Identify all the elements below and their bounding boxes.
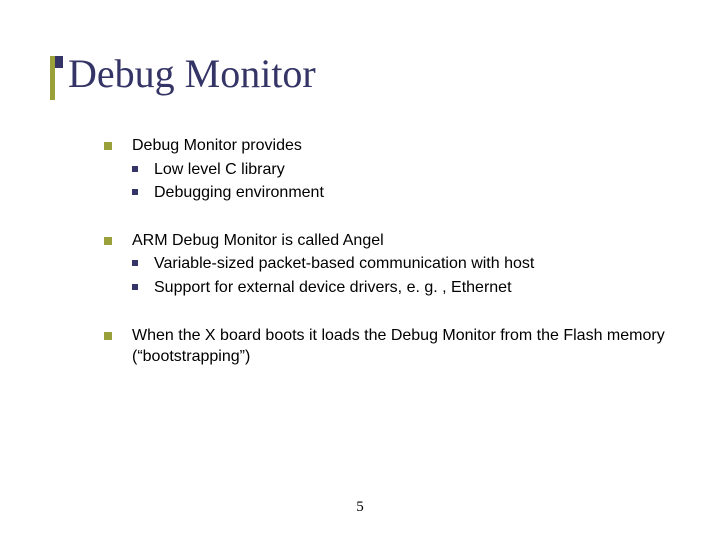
bullet-level2: Low level C library Debugging environmen… xyxy=(132,159,680,204)
list-item: When the X board boots it loads the Debu… xyxy=(104,325,680,368)
square-bullet-icon xyxy=(132,284,138,290)
bullet-level1: Debug Monitor provides Low level C libra… xyxy=(104,135,680,204)
square-bullet-icon xyxy=(132,189,138,195)
list-item: Variable-sized packet-based communicatio… xyxy=(132,253,680,275)
slide-content: Debug Monitor provides Low level C libra… xyxy=(104,135,680,368)
slide-title: Debug Monitor xyxy=(68,50,680,97)
bullet-level2: Variable-sized packet-based communicatio… xyxy=(132,253,680,298)
bullet-text: Debugging environment xyxy=(154,182,324,204)
slide: Debug Monitor Debug Monitor provides Low… xyxy=(0,0,720,540)
page-number: 5 xyxy=(0,499,720,516)
square-bullet-icon xyxy=(104,142,112,150)
bullet-level1: ARM Debug Monitor is called Angel Variab… xyxy=(104,230,680,299)
bullet-text: ARM Debug Monitor is called Angel xyxy=(132,230,680,252)
square-bullet-icon xyxy=(132,166,138,172)
list-item: Low level C library xyxy=(132,159,680,181)
list-item: Debugging environment xyxy=(132,182,680,204)
bullet-text: Low level C library xyxy=(154,159,285,181)
square-bullet-icon xyxy=(132,260,138,266)
bullet-text: When the X board boots it loads the Debu… xyxy=(132,325,680,368)
bullet-level1: When the X board boots it loads the Debu… xyxy=(104,325,680,368)
bullet-text: Variable-sized packet-based communicatio… xyxy=(154,253,534,275)
list-item: ARM Debug Monitor is called Angel xyxy=(104,230,680,252)
square-bullet-icon xyxy=(104,237,112,245)
square-bullet-icon xyxy=(104,332,112,340)
title-accent-notch xyxy=(55,56,63,68)
bullet-text: Debug Monitor provides xyxy=(132,135,680,157)
bullet-text: Support for external device drivers, e. … xyxy=(154,277,512,299)
list-item: Debug Monitor provides xyxy=(104,135,680,157)
list-item: Support for external device drivers, e. … xyxy=(132,277,680,299)
title-area: Debug Monitor xyxy=(60,50,680,97)
